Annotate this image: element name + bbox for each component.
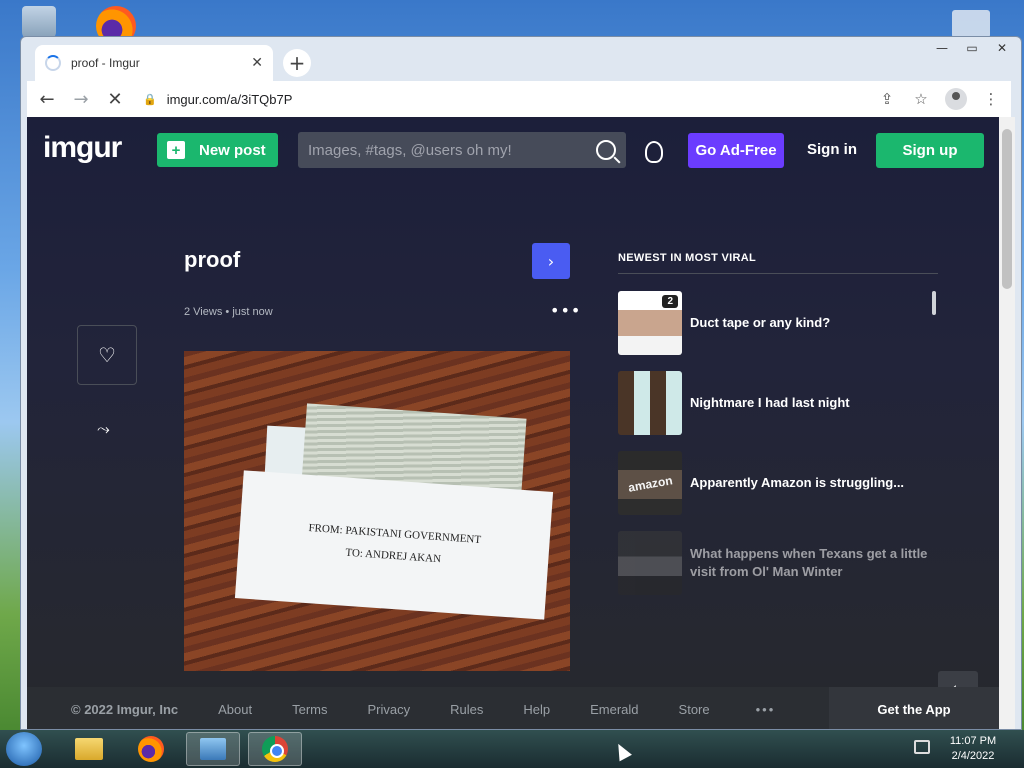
share-page-icon[interactable]: ⇪ xyxy=(877,89,897,109)
viral-item[interactable]: amazon Apparently Amazon is struggling..… xyxy=(618,451,928,515)
like-button[interactable]: ♡ xyxy=(77,325,137,385)
browser-menu-icon[interactable]: ⋮ xyxy=(981,89,1001,109)
browser-tab[interactable]: proof - Imgur ✕ xyxy=(35,45,273,81)
tab-strip: proof - Imgur ✕ + xyxy=(21,37,1021,81)
emerald-badge-icon[interactable] xyxy=(645,141,663,163)
windows-taskbar: 11:07 PM 2/4/2022 xyxy=(0,730,1024,768)
page-scrollbar[interactable] xyxy=(999,117,1015,729)
image-count-badge: 2 xyxy=(662,295,678,308)
network-tray-icon[interactable] xyxy=(914,740,930,754)
search-bar[interactable]: Images, #tags, @users oh my! xyxy=(298,132,626,168)
imgur-header: imgur + New post Images, #tags, @users o… xyxy=(27,117,999,185)
imgur-page: imgur + New post Images, #tags, @users o… xyxy=(27,117,999,729)
toolbar-actions: ⇪ ☆ ⋮ xyxy=(877,88,1001,110)
get-the-app-button[interactable]: Get the App xyxy=(829,687,999,729)
browser-window: — ▭ ✕ proof - Imgur ✕ + ← → ✕ 🔒 imgur.co… xyxy=(20,36,1022,730)
viral-thumbnail xyxy=(618,531,682,595)
page-footer: © 2022 Imgur, Inc About Terms Privacy Ru… xyxy=(27,687,999,729)
meta-separator: • xyxy=(225,306,230,318)
page-scrollbar-thumb[interactable] xyxy=(1002,129,1012,289)
sign-up-button[interactable]: Sign up xyxy=(876,133,984,168)
view-count: 2 Views xyxy=(184,306,223,318)
clock-date: 2/4/2022 xyxy=(951,750,995,762)
new-post-button[interactable]: + New post xyxy=(157,133,278,167)
clock-time: 11:07 PM xyxy=(949,735,997,747)
footer-more-icon[interactable]: ••• xyxy=(756,702,776,717)
viral-item[interactable]: 2 Duct tape or any kind? xyxy=(618,291,928,355)
folder-icon xyxy=(75,738,103,760)
plus-icon: + xyxy=(167,141,185,159)
url-text: imgur.com/a/3iTQb7P xyxy=(166,91,293,107)
browser-toolbar: ← → ✕ 🔒 imgur.com/a/3iTQb7P ⇪ ☆ ⋮ xyxy=(27,81,1011,117)
taskbar-chrome[interactable] xyxy=(248,732,302,766)
new-post-label: New post xyxy=(199,141,266,159)
envelope-text-from: FROM: PAKISTANI GOVERNMENT xyxy=(308,522,482,547)
viral-thumbnail: amazon xyxy=(618,451,682,515)
more-options-icon[interactable]: ••• xyxy=(550,301,581,320)
back-button[interactable]: ← xyxy=(33,85,61,113)
search-input[interactable]: Images, #tags, @users oh my! xyxy=(308,142,596,159)
post-meta: 2 Views • just now xyxy=(184,306,273,318)
viral-section-title: NEWEST IN MOST VIRAL xyxy=(618,252,756,264)
go-ad-free-button[interactable]: Go Ad-Free xyxy=(688,133,784,168)
remote-desktop-icon xyxy=(200,738,226,760)
bookmark-star-icon[interactable]: ☆ xyxy=(911,89,931,109)
recycle-bin-icon[interactable] xyxy=(22,6,56,40)
envelope-front: FROM: PAKISTANI GOVERNMENT TO: ANDREJ AK… xyxy=(234,470,554,620)
thumbnail-text: amazon xyxy=(627,473,674,495)
footer-link-help[interactable]: Help xyxy=(523,702,550,717)
profile-avatar-icon[interactable] xyxy=(945,88,967,110)
next-post-button[interactable]: › xyxy=(532,243,570,279)
firefox-icon xyxy=(138,736,164,762)
search-icon[interactable] xyxy=(596,140,616,160)
footer-link-about[interactable]: About xyxy=(218,702,252,717)
sign-in-link[interactable]: Sign in xyxy=(807,141,857,158)
viral-item[interactable]: Nightmare I had last night xyxy=(618,371,928,435)
footer-link-emerald[interactable]: Emerald xyxy=(590,702,638,717)
desktop-file-icon[interactable] xyxy=(952,10,990,38)
footer-link-terms[interactable]: Terms xyxy=(292,702,327,717)
imgur-logo[interactable]: imgur xyxy=(43,131,122,165)
taskbar-remote-desktop[interactable] xyxy=(186,732,240,766)
viral-thumbnail: 2 xyxy=(618,291,682,355)
viral-item-title: Nightmare I had last night xyxy=(690,395,850,410)
footer-link-store[interactable]: Store xyxy=(679,702,710,717)
post-title: proof xyxy=(184,247,241,272)
stop-loading-button[interactable]: ✕ xyxy=(101,85,129,113)
taskbar-firefox[interactable] xyxy=(124,732,178,766)
new-tab-button[interactable]: + xyxy=(283,49,311,77)
tab-close-icon[interactable]: ✕ xyxy=(251,55,263,71)
viral-scrollbar[interactable] xyxy=(932,291,936,315)
viral-item-title: Apparently Amazon is struggling... xyxy=(690,475,905,490)
footer-copyright: © 2022 Imgur, Inc xyxy=(71,701,179,717)
address-bar[interactable]: 🔒 imgur.com/a/3iTQb7P xyxy=(143,92,877,107)
forward-button[interactable]: → xyxy=(67,85,95,113)
chrome-icon xyxy=(262,736,288,762)
heart-icon: ♡ xyxy=(98,343,116,367)
viral-thumbnail xyxy=(618,371,682,435)
tab-title: proof - Imgur xyxy=(71,56,140,70)
taskbar-explorer[interactable] xyxy=(62,732,116,766)
viral-item-title: Duct tape or any kind? xyxy=(690,315,831,330)
viral-item-title: What happens when Texans get a little vi… xyxy=(690,546,928,579)
start-button[interactable] xyxy=(6,732,42,766)
envelope-text-to: TO: ANDREJ AKAN xyxy=(345,546,442,566)
post-image[interactable]: FROM: PAKISTANI GOVERNMENT TO: ANDREJ AK… xyxy=(184,351,570,671)
post-time: just now xyxy=(232,306,273,318)
footer-link-privacy[interactable]: Privacy xyxy=(368,702,411,717)
share-icon[interactable]: ⤳ xyxy=(97,419,110,439)
viral-item[interactable]: What happens when Texans get a little vi… xyxy=(618,531,928,595)
loading-spinner-icon xyxy=(45,55,61,71)
system-clock[interactable]: 11:07 PM 2/4/2022 xyxy=(944,734,1002,764)
lock-icon: 🔒 xyxy=(143,93,157,106)
footer-link-rules[interactable]: Rules xyxy=(450,702,483,717)
viral-divider xyxy=(618,273,938,274)
